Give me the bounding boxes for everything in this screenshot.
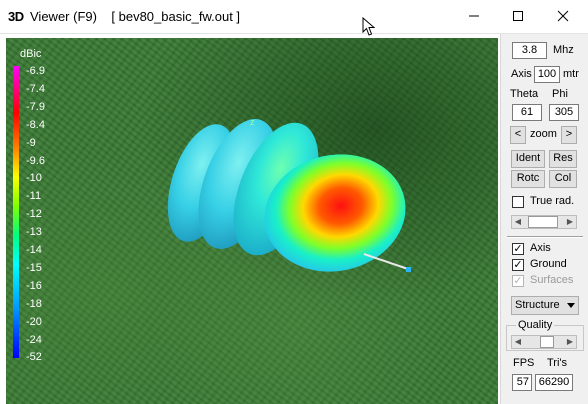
3d-viewport[interactable]: dBic -6.9 -7.4 -7.9 -8.4 -9 -9.6 -10 -11 -12 -13-… — [6, 38, 498, 404]
window-title: Viewer (F9) [ bev80_basic_fw.out ] — [30, 9, 241, 24]
slider-thumb[interactable] — [528, 216, 558, 228]
close-icon — [557, 10, 569, 22]
ident-button[interactable]: Ident — [511, 150, 545, 168]
phi-label: Phi — [552, 88, 568, 100]
structure-dropdown-value: Structure — [515, 299, 560, 311]
rotc-button[interactable]: Rotc — [511, 170, 545, 188]
surfaces-checkbox[interactable]: ✓ — [512, 275, 524, 287]
ground-checkbox-label: Ground — [530, 258, 567, 270]
slider-right-arrow-icon[interactable]: ▶ — [564, 216, 576, 228]
fps-label: FPS — [513, 357, 535, 369]
minimize-button[interactable] — [452, 0, 496, 32]
frequency-input[interactable]: 3.8 — [512, 42, 547, 59]
ground-checkbox[interactable]: ✓ — [512, 259, 524, 271]
phi-input[interactable]: 305 — [549, 104, 579, 121]
zoom-in-button[interactable]: > — [561, 126, 577, 144]
axis-end-marker — [406, 267, 411, 272]
close-button[interactable] — [541, 0, 585, 32]
quality-slider-thumb[interactable] — [540, 336, 554, 348]
mouse-cursor-icon — [362, 17, 376, 36]
radiation-pattern-3d: z — [167, 117, 411, 272]
quality-slider-left-arrow-icon[interactable]: ◀ — [512, 336, 524, 348]
true-rad-label: True rad. — [530, 195, 575, 207]
app-icon: 3D — [8, 9, 24, 24]
axis-line — [363, 253, 409, 270]
true-rad-slider[interactable]: ◀ ▶ — [511, 215, 577, 229]
title-bar: 3D Viewer (F9) [ bev80_basic_fw.out ] — [0, 0, 588, 36]
axis-length-label: Axis — [511, 68, 532, 80]
theta-input[interactable]: 61 — [512, 104, 542, 121]
surfaces-checkbox-label: Surfaces — [530, 274, 574, 286]
panel-divider — [507, 236, 583, 238]
control-panel: 3.8 Mhz Axis 100 mtr Theta Phi 61 305 < … — [500, 34, 588, 404]
res-button[interactable]: Res — [549, 150, 577, 168]
axis-length-unit: mtr — [563, 68, 579, 80]
zoom-out-button[interactable]: < — [510, 126, 526, 144]
fps-value: 57 — [512, 374, 532, 391]
minimize-icon — [469, 15, 479, 17]
frequency-unit: Mhz — [553, 44, 574, 56]
z-axis-label: z — [250, 117, 255, 127]
zoom-label: zoom — [530, 128, 557, 140]
maximize-icon — [513, 11, 523, 21]
axis-checkbox-label: Axis — [530, 242, 551, 254]
quality-label: Quality — [516, 319, 555, 331]
true-rad-checkbox[interactable] — [512, 196, 524, 208]
col-button[interactable]: Col — [549, 170, 577, 188]
maximize-button[interactable] — [496, 0, 540, 32]
quality-slider-right-arrow-icon[interactable]: ▶ — [564, 336, 576, 348]
tris-label: Tri's — [547, 357, 568, 369]
slider-left-arrow-icon[interactable]: ◀ — [512, 216, 524, 228]
chevron-down-icon — [567, 303, 575, 308]
theta-label: Theta — [510, 88, 539, 100]
structure-dropdown[interactable]: Structure — [511, 296, 579, 315]
quality-slider[interactable]: ◀ ▶ — [511, 335, 577, 349]
tris-value: 66290 — [535, 374, 573, 391]
axis-length-input[interactable]: 100 — [534, 66, 560, 83]
axis-checkbox[interactable]: ✓ — [512, 243, 524, 255]
